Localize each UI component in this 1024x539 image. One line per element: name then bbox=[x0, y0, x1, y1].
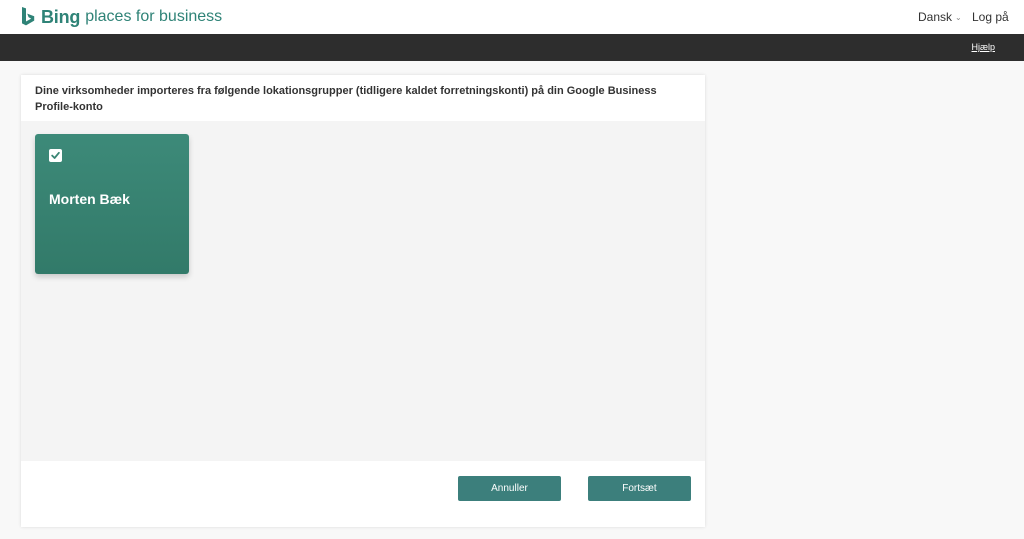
brand-tagline: places for business bbox=[85, 8, 223, 25]
account-name: Morten Bæk bbox=[49, 191, 130, 207]
panel-title: Dine virksomheder importeres fra følgend… bbox=[35, 85, 657, 113]
chevron-down-icon: ⌄ bbox=[955, 12, 962, 22]
help-link[interactable]: Hjælp bbox=[971, 42, 995, 52]
account-checkbox[interactable] bbox=[49, 149, 62, 162]
continue-button[interactable]: Fortsæt bbox=[588, 476, 691, 501]
checkmark-icon bbox=[51, 151, 60, 159]
cancel-button[interactable]: Annuller bbox=[458, 476, 561, 501]
account-list: Morten Bæk bbox=[21, 121, 705, 461]
bing-logo-icon bbox=[22, 7, 35, 26]
nav-bar: Hjælp bbox=[0, 34, 1024, 61]
language-selector[interactable]: Dansk ⌄ bbox=[918, 10, 962, 24]
import-panel: Dine virksomheder importeres fra følgend… bbox=[21, 75, 705, 527]
account-card-morten-baek[interactable]: Morten Bæk bbox=[35, 134, 189, 274]
login-link[interactable]: Log på bbox=[972, 10, 1009, 24]
panel-footer: Annuller Fortsæt bbox=[21, 461, 705, 527]
bing-places-logo[interactable]: Bing places for business bbox=[20, 4, 222, 30]
language-label: Dansk bbox=[918, 10, 953, 24]
brand-name: Bing bbox=[41, 6, 81, 27]
top-bar: Bing places for business Dansk ⌄ Log på bbox=[0, 0, 1024, 34]
